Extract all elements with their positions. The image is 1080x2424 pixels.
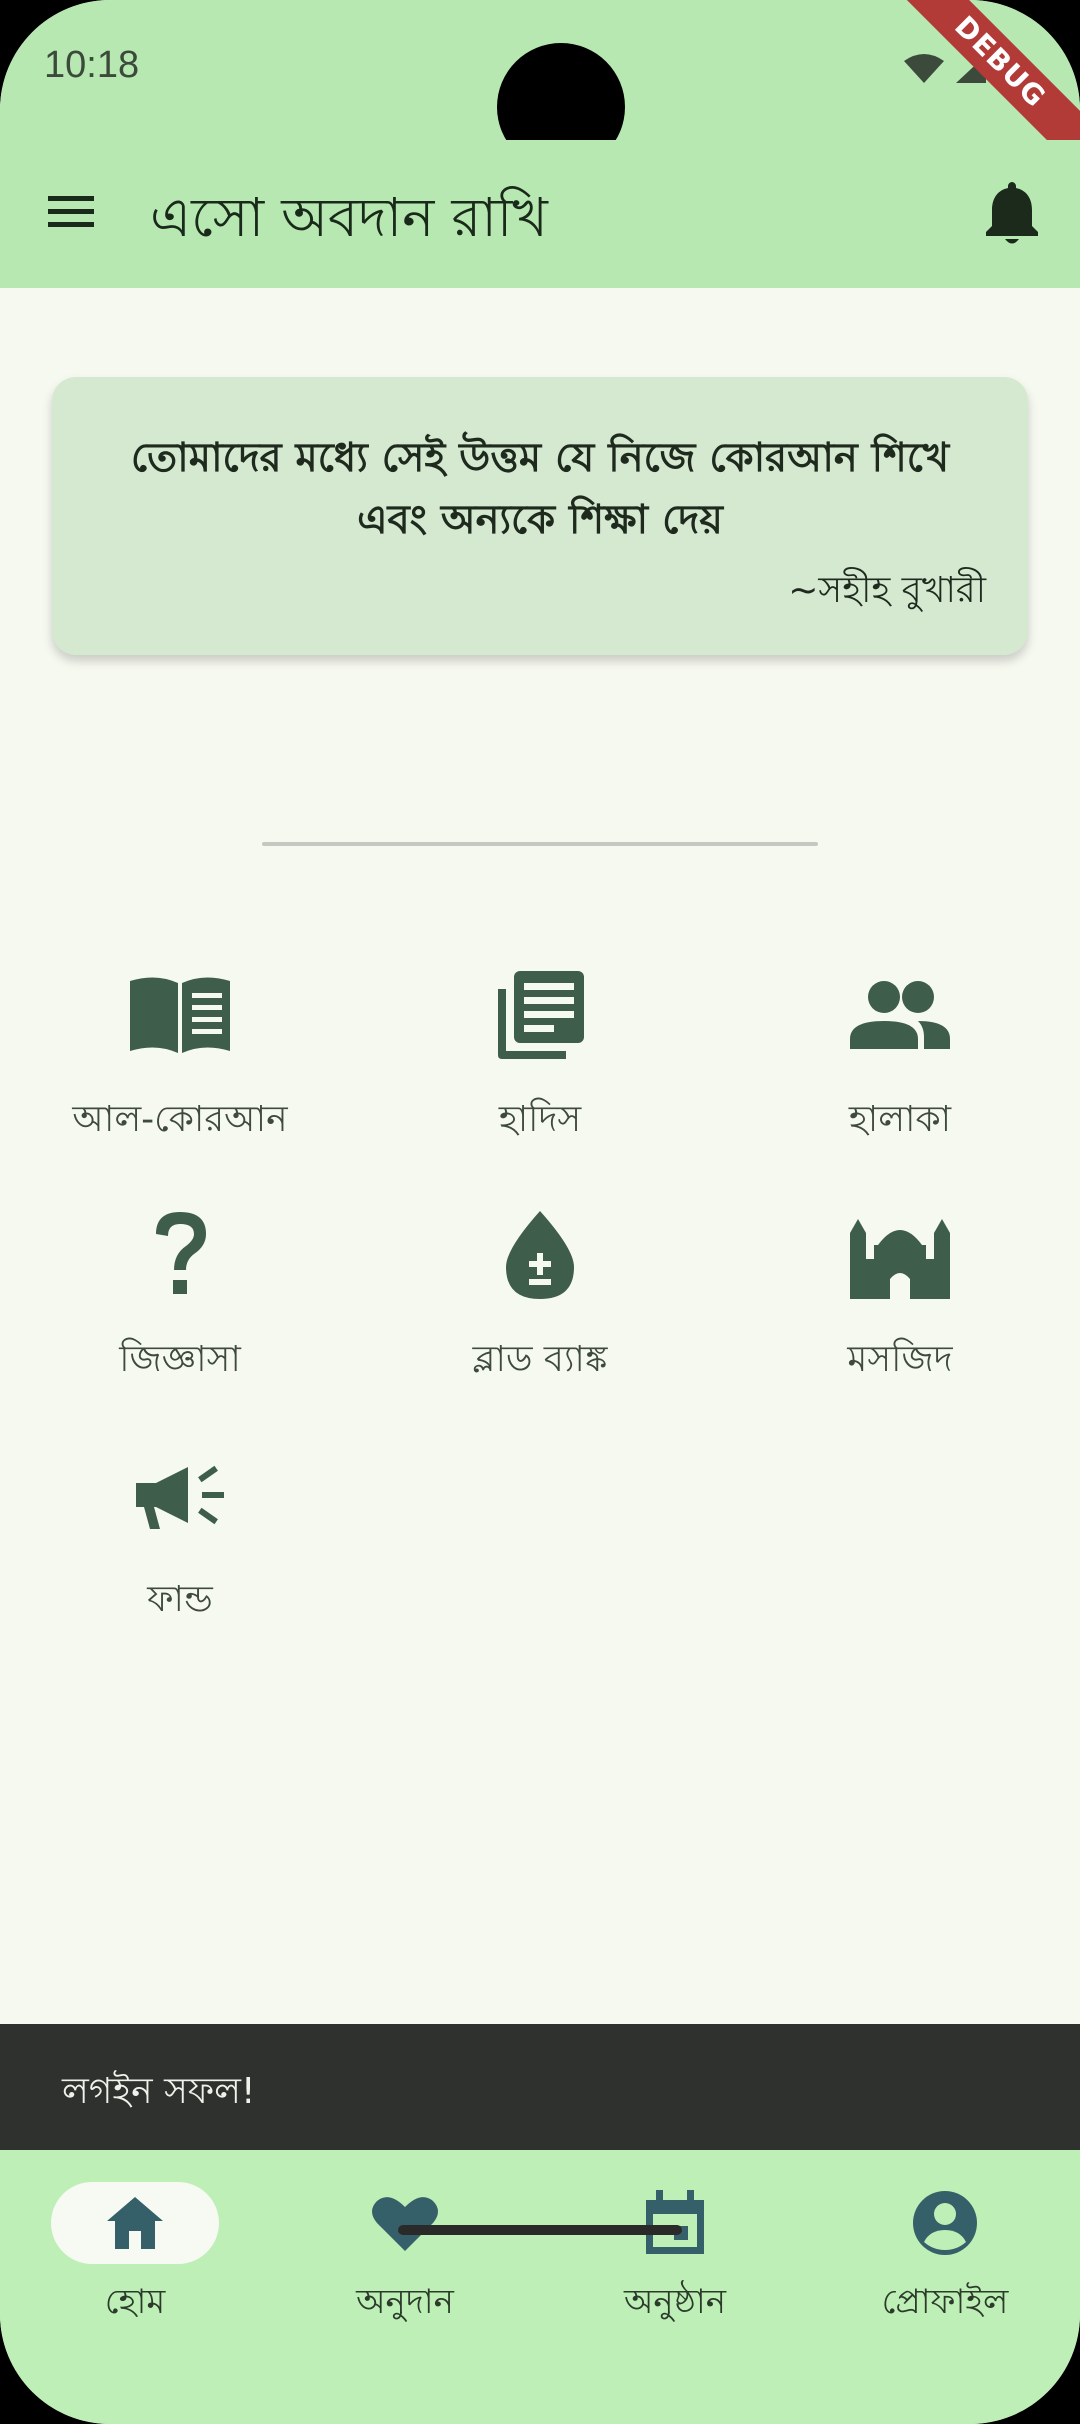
grid-label: জিজ্ঞাসা (119, 1339, 241, 1380)
people-icon (850, 981, 950, 1049)
quote-text: তোমাদের মধ্যে সেই উত্তম যে নিজে কোরআন শি… (130, 435, 950, 543)
question-mark-icon (156, 1212, 206, 1294)
grid-item-quran[interactable]: আল-কোরআন (30, 960, 330, 1152)
quote-card: তোমাদের মধ্যে সেই উত্তম যে নিজে কোরআন শি… (52, 377, 1028, 655)
article-stack-icon (498, 971, 584, 1059)
divider (262, 842, 818, 846)
status-bar: 10:18 DEBUG (0, 0, 1080, 184)
nav-item-home[interactable]: হোম (0, 2182, 270, 2333)
bottom-navigation: হোম অনুদান অনুষ্ঠান প্রোফাইল (0, 2150, 1080, 2424)
grid-label: মসজিদ (847, 1339, 953, 1380)
blood-drop-icon (506, 1211, 574, 1299)
grid-label: ফান্ড (147, 1579, 213, 1620)
menu-icon[interactable] (46, 192, 96, 232)
grid-item-blood-bank[interactable]: ব্লাড ব্যাঙ্ক (390, 1200, 690, 1392)
mosque-icon (850, 1219, 950, 1299)
grid-item-hadith[interactable]: হাদিস (390, 960, 690, 1152)
nav-icon-container (591, 2182, 759, 2264)
nav-label: অনুদান (356, 2282, 454, 2322)
snackbar-text: লগইন সফল! (62, 2071, 256, 2112)
calendar-icon (646, 2190, 704, 2254)
grid-item-fund[interactable]: ফান্ড (30, 1440, 330, 1632)
grid-item-questions[interactable]: জিজ্ঞাসা (30, 1200, 330, 1392)
grid-label: আল-কোরআন (72, 1099, 288, 1140)
quote-source: ~সহীহ বুখারী (788, 570, 986, 611)
nav-label: হোম (104, 2282, 166, 2322)
nav-item-events[interactable]: অনুষ্ঠান (540, 2182, 810, 2333)
gesture-home-indicator[interactable] (398, 2225, 682, 2235)
nav-label: অনুষ্ঠান (623, 2282, 727, 2322)
app-bar: এসো অবদান রাখি (0, 140, 1080, 288)
grid-item-halaqa[interactable]: হালাকা (750, 960, 1050, 1152)
grid-label: হালাকা (848, 1099, 952, 1140)
snackbar: লগইন সফল! (0, 2024, 1080, 2150)
page-title: এসো অবদান রাখি (150, 186, 548, 249)
app-screen: 10:18 DEBUG এসো অবদান রাখি তোমাদের মধ্যে… (0, 0, 1080, 2424)
wifi-icon (904, 54, 944, 83)
book-open-icon (130, 977, 230, 1053)
status-time: 10:18 (44, 44, 140, 86)
megaphone-icon (136, 1465, 224, 1529)
grid-label: হাদিস (498, 1099, 582, 1140)
nav-icon-container (321, 2182, 489, 2264)
notification-bell-icon[interactable] (982, 178, 1042, 248)
nav-icon-container (861, 2182, 1029, 2264)
grid-label: ব্লাড ব্যাঙ্ক (472, 1339, 608, 1380)
home-icon (107, 2197, 163, 2249)
nav-item-donation[interactable]: অনুদান (270, 2182, 540, 2333)
nav-item-profile[interactable]: প্রোফাইল (810, 2182, 1080, 2333)
account-circle-icon (913, 2191, 977, 2255)
nav-active-indicator (51, 2182, 219, 2264)
heart-icon (372, 2197, 438, 2251)
grid-item-mosque[interactable]: মসজিদ (750, 1200, 1050, 1392)
nav-label: প্রোফাইল (881, 2282, 1009, 2322)
